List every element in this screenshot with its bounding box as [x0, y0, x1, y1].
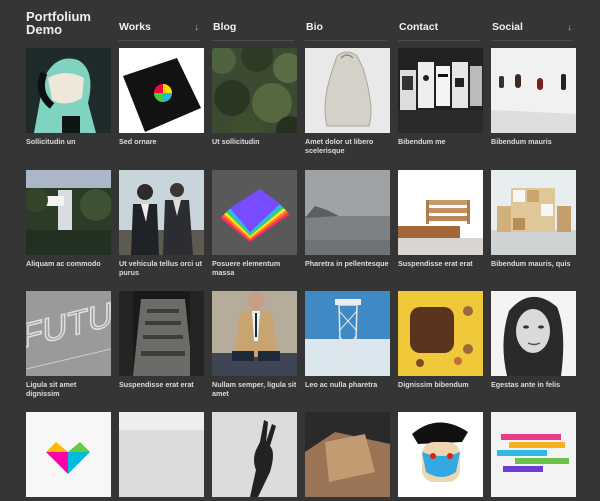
thumbnail-tote-bag[interactable]: [305, 48, 390, 133]
portfolio-item[interactable]: Suspendisse erat erat: [398, 170, 483, 268]
thumbnail-grey-panel[interactable]: [119, 412, 204, 497]
portfolio-item[interactable]: Bibendum mauris: [491, 48, 576, 146]
thumbnail-captain-illustration[interactable]: [398, 412, 483, 497]
item-caption[interactable]: Nullam semper, ligula sit amet: [212, 380, 297, 398]
portfolio-item[interactable]: Nullam semper, ligula sit amet: [212, 291, 297, 398]
thumbnail-forest-aerial[interactable]: [212, 48, 297, 133]
thumbnail-hand-silhouette[interactable]: [212, 412, 297, 497]
thumbnail-room-shelving[interactable]: [491, 170, 576, 255]
item-caption[interactable]: Ligula sit amet dignissim: [26, 380, 111, 398]
item-caption[interactable]: Posuere elementum massa: [212, 259, 297, 277]
portfolio-item[interactable]: [119, 412, 204, 501]
main-nav: Works ↓ Blog Bio Contact Social ↓: [118, 0, 600, 41]
nav-item-works[interactable]: Works ↓: [118, 0, 200, 41]
portfolio-item[interactable]: [491, 412, 576, 501]
item-caption[interactable]: Dignissim bibendum: [398, 380, 483, 389]
thumbnail-waterfall-house[interactable]: [26, 170, 111, 255]
nav-label: Social: [492, 21, 523, 33]
nav-item-bio[interactable]: Bio: [305, 0, 387, 41]
portfolio-item[interactable]: Sed ornare: [119, 48, 204, 146]
nav-label: Blog: [213, 21, 237, 33]
portfolio-item[interactable]: [212, 412, 297, 501]
thumbnail-portrait-teal[interactable]: [26, 48, 111, 133]
thumbnail-misty-coast[interactable]: [305, 170, 390, 255]
logo-line-2: Demo: [26, 22, 63, 37]
item-caption[interactable]: Amet dolor ut libero scelerisque: [305, 137, 390, 155]
thumbnail-color-wheel-book[interactable]: [119, 48, 204, 133]
portfolio-item[interactable]: Egestas ante in felis: [491, 291, 576, 389]
item-caption[interactable]: Egestas ante in felis: [491, 380, 576, 389]
thumbnail-brochures[interactable]: [398, 48, 483, 133]
thumbnail-suited-men[interactable]: [119, 170, 204, 255]
item-caption[interactable]: Ut vehicula tellus orci ut purus: [119, 259, 204, 277]
portfolio-item[interactable]: [305, 412, 390, 501]
portfolio-item[interactable]: [26, 412, 111, 501]
nav-item-social[interactable]: Social ↓: [491, 0, 573, 41]
arrow-down-icon: ↓: [567, 22, 573, 32]
portfolio-item[interactable]: Dignissim bibendum: [398, 291, 483, 389]
item-caption[interactable]: Bibendum mauris: [491, 137, 576, 146]
item-caption[interactable]: Sed ornare: [119, 137, 204, 146]
portfolio-item[interactable]: Ut sollicitudin: [212, 48, 297, 146]
item-caption[interactable]: Suspendisse erat erat: [398, 259, 483, 268]
nav-label: Works: [119, 21, 151, 33]
thumbnail-futu-typography[interactable]: FUTU: [26, 291, 111, 376]
thumbnail-gallery-room[interactable]: [491, 48, 576, 133]
portfolio-item[interactable]: Pharetra in pellentesque: [305, 170, 390, 268]
thumbnail-rainbow-book[interactable]: [212, 170, 297, 255]
portfolio-item[interactable]: FUTU Ligula sit amet dignissim: [26, 291, 111, 398]
thumbnail-woman-portrait[interactable]: [491, 291, 576, 376]
item-caption[interactable]: Sollicitudin un: [26, 137, 111, 146]
thumbnail-wood-sculpture[interactable]: [305, 412, 390, 497]
thumbnail-chocolate-yellow[interactable]: [398, 291, 483, 376]
site-logo[interactable]: Portfolium Demo: [26, 10, 106, 36]
nav-item-contact[interactable]: Contact: [398, 0, 480, 41]
arrow-down-icon: ↓: [194, 22, 200, 32]
portfolio-item[interactable]: Aliquam ac commodo: [26, 170, 111, 268]
thumbnail-tower[interactable]: [305, 291, 390, 376]
portfolio-item[interactable]: [398, 412, 483, 501]
item-caption[interactable]: Bibendum mauris, quis: [491, 259, 576, 268]
item-caption[interactable]: Ut sollicitudin: [212, 137, 297, 146]
thumbnail-stairs[interactable]: [119, 291, 204, 376]
item-caption[interactable]: Leo ac nulla pharetra: [305, 380, 390, 389]
portfolio-item[interactable]: Bibendum mauris, quis: [491, 170, 576, 268]
thumbnail-colorful-logo[interactable]: [26, 412, 111, 497]
nav-item-blog[interactable]: Blog: [212, 0, 294, 41]
thumbnail-wood-shelf[interactable]: [398, 170, 483, 255]
thumbnail-color-stripes[interactable]: [491, 412, 576, 497]
item-caption[interactable]: Pharetra in pellentesque: [305, 259, 390, 268]
thumbnail-man-in-suit[interactable]: [212, 291, 297, 376]
portfolio-item[interactable]: Bibendum me: [398, 48, 483, 146]
item-caption[interactable]: Aliquam ac commodo: [26, 259, 111, 268]
nav-label: Contact: [399, 21, 439, 33]
portfolio-item[interactable]: Posuere elementum massa: [212, 170, 297, 277]
portfolio-item[interactable]: Ut vehicula tellus orci ut purus: [119, 170, 204, 277]
nav-label: Bio: [306, 21, 323, 33]
portfolio-item[interactable]: Sollicitudin un: [26, 48, 111, 146]
portfolio-item[interactable]: Leo ac nulla pharetra: [305, 291, 390, 389]
item-caption[interactable]: Suspendisse erat erat: [119, 380, 204, 389]
portfolio-item[interactable]: Suspendisse erat erat: [119, 291, 204, 389]
portfolio-item[interactable]: Amet dolor ut libero scelerisque: [305, 48, 390, 155]
item-caption[interactable]: Bibendum me: [398, 137, 483, 146]
